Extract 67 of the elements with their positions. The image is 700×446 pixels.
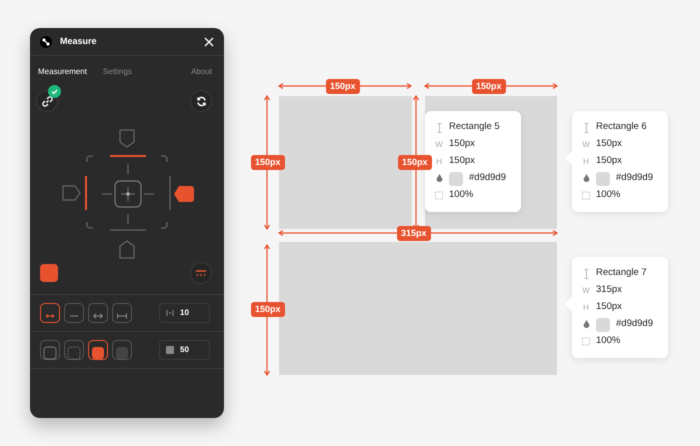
square-icon — [91, 346, 105, 360]
fill-style-button[interactable] — [40, 340, 60, 360]
line-style-button[interactable] — [112, 303, 132, 323]
bracket-line-icon — [116, 310, 128, 321]
width-value: 150px — [449, 137, 475, 152]
close-button[interactable] — [204, 36, 214, 46]
tab[interactable]: Measurement — [38, 66, 87, 78]
dimension-label: 150px — [326, 79, 360, 94]
double-arrow-icon — [92, 310, 104, 321]
opacity-icon — [582, 337, 590, 346]
width-label: W — [582, 284, 590, 296]
refresh-icon — [196, 96, 206, 106]
fill-style-button[interactable] — [88, 340, 108, 360]
width-value: 315px — [596, 283, 622, 298]
height-value: 150px — [596, 300, 622, 314]
fill-value: #d9d9d9 — [469, 171, 506, 186]
line-style-button[interactable] — [88, 303, 108, 323]
width-label: W — [582, 138, 590, 150]
square-icon — [67, 346, 81, 360]
width-label: W — [435, 138, 443, 150]
dimension-label: 150px — [398, 155, 432, 170]
opacity-icon — [582, 191, 590, 200]
opacity-value: 100% — [449, 188, 474, 202]
opacity-value: 100% — [596, 188, 620, 202]
layer-name: Rectangle 7 — [596, 266, 647, 280]
text-cursor-icon — [584, 122, 588, 132]
stroke-width-field[interactable]: 10 — [159, 303, 210, 323]
fill-value: #d9d9d9 — [616, 171, 653, 186]
opacity-value: 100% — [596, 334, 620, 348]
opacity-icon — [435, 191, 443, 200]
line-options-button[interactable] — [190, 262, 212, 284]
fill-value: #d9d9d9 — [616, 317, 653, 332]
tab[interactable]: Settings — [102, 66, 132, 78]
fill-color-button[interactable] — [40, 264, 58, 282]
drop-icon — [582, 320, 590, 329]
tab[interactable]: About — [191, 66, 212, 78]
text-cursor-icon — [584, 268, 588, 278]
square-icon — [43, 346, 57, 360]
link-icon — [42, 96, 52, 106]
fill-style-button[interactable] — [64, 340, 84, 360]
opacity-field[interactable]: 50 — [159, 340, 210, 360]
height-value: 150px — [596, 154, 622, 168]
dimension-label: 315px — [397, 226, 431, 241]
color-swatch — [596, 318, 610, 332]
text-cursor-icon — [436, 122, 442, 132]
dimension-label: 150px — [472, 79, 506, 94]
line-style-button[interactable] — [40, 303, 60, 323]
panel-title: Measure — [60, 34, 98, 48]
dimension-label: 150px — [251, 155, 285, 170]
drop-icon — [436, 174, 442, 183]
refresh-button[interactable] — [190, 90, 212, 112]
logo-icon — [40, 36, 52, 48]
height-value: 150px — [449, 154, 475, 168]
line-dots-icon — [195, 269, 207, 277]
stroke-width-icon — [166, 309, 174, 317]
layer-name: Rectangle 5 — [449, 120, 500, 134]
height-label: H — [582, 302, 590, 314]
drop-icon — [582, 174, 590, 183]
height-label: H — [582, 156, 590, 168]
width-value: 150px — [596, 137, 622, 152]
layer-name: Rectangle 6 — [596, 120, 647, 134]
square-icon — [166, 346, 174, 354]
square-icon — [115, 346, 129, 360]
height-label: H — [435, 156, 443, 168]
color-swatch — [449, 172, 463, 186]
color-swatch — [596, 172, 610, 186]
dimension-label: 150px — [251, 302, 285, 317]
